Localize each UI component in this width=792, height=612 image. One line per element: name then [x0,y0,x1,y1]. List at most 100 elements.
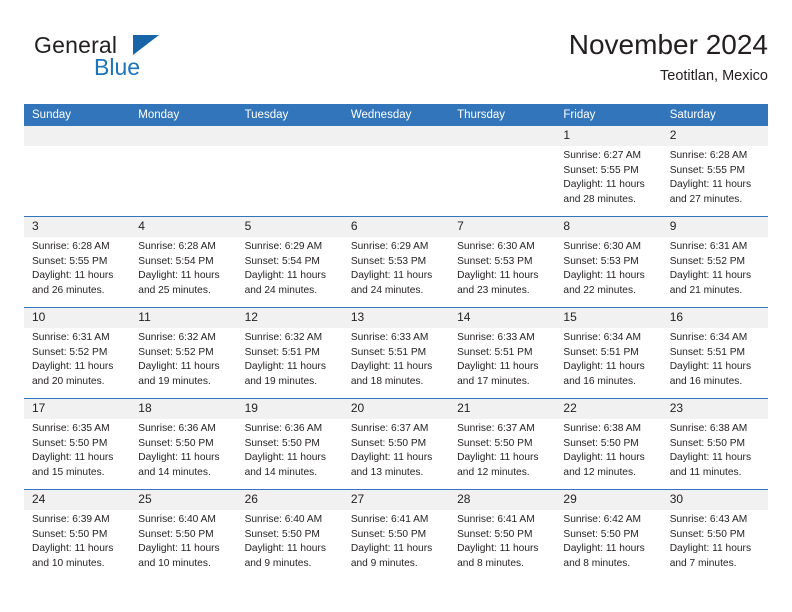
calendar-day-cell[interactable]: 1 Sunrise: 6:27 AM Sunset: 5:55 PM Daylight… [555,126,662,217]
daylight-text-line2: and 15 minutes. [32,466,105,478]
calendar-day-cell[interactable]: 27 Sunrise: 6:41 AM Sunset: 5:50 PM Dayligh… [342,489,450,580]
sunrise-text: Sunrise: 6:34 AM [669,332,748,343]
daylight-text-line2: and 9 minutes. [244,557,312,569]
calendar-day-cell[interactable]: 2 Sunrise: 6:28 AM Sunset: 5:55 PM Daylight… [661,126,768,217]
daylight-text-line2: and 10 minutes. [32,557,105,569]
daylight-text-line2: and 18 minutes. [350,375,424,387]
daylight-text-line2: and 11 minutes. [669,466,742,478]
calendar-day-cell[interactable]: 25 Sunrise: 6:40 AM Sunset: 5:50 PM Dayligh… [130,489,237,580]
sunset-text: Sunset: 5:55 PM [563,164,639,176]
calendar-day-cell[interactable]: 7 Sunrise: 6:30 AM Sunset: 5:53 PM Daylight… [449,216,556,308]
calendar-cell-empty [342,126,450,217]
sunset-text: Sunset: 5:51 PM [244,346,320,358]
calendar-day-cell[interactable]: 19 Sunrise: 6:36 AM Sunset: 5:50 PM Dayligh… [236,398,343,490]
sunrise-text: Sunrise: 6:32 AM [138,332,216,343]
day-sun-info: Sunrise: 6:38 AM Sunset: 5:50 PM Daylight:… [662,419,768,480]
calendar-day-cell[interactable]: 9 Sunrise: 6:31 AM Sunset: 5:52 PM Daylight… [661,216,768,308]
daylight-text-line1: Daylight: 11 hours [457,270,539,282]
sunrise-text: Sunrise: 6:28 AM [32,241,110,252]
sunset-text: Sunset: 5:51 PM [669,346,746,358]
calendar-cell-empty [24,126,131,217]
day-number: 24 [24,490,131,510]
calendar-day-cell[interactable]: 21 Sunrise: 6:37 AM Sunset: 5:50 PM Dayligh… [449,398,556,490]
sunset-text: Sunset: 5:55 PM [32,255,108,267]
calendar-day-cell[interactable]: 29 Sunrise: 6:42 AM Sunset: 5:50 PM Dayligh… [555,489,662,580]
calendar-day-cell[interactable]: 14 Sunrise: 6:33 AM Sunset: 5:51 PM Dayligh… [449,307,556,399]
calendar-week-row: 1 Sunrise: 6:27 AM Sunset: 5:55 PM Daylight… [24,126,768,217]
sunset-text: Sunset: 5:53 PM [350,255,427,267]
sunset-text: Sunset: 5:50 PM [32,528,108,540]
logo-blue-text: Blue [94,54,141,80]
calendar-day-cell[interactable]: 18 Sunrise: 6:36 AM Sunset: 5:50 PM Dayligh… [130,398,237,490]
day-number: 15 [555,308,662,328]
sunset-text: Sunset: 5:54 PM [138,255,214,267]
day-sun-info: Sunrise: 6:29 AM Sunset: 5:53 PM Daylight:… [343,237,449,298]
sunrise-text: Sunrise: 6:43 AM [669,514,748,525]
sunrise-text: Sunrise: 6:33 AM [457,332,535,343]
calendar-day-cell[interactable]: 24 Sunrise: 6:39 AM Sunset: 5:50 PM Dayligh… [24,489,131,580]
sunrise-text: Sunrise: 6:41 AM [350,514,429,525]
calendar-day-cell[interactable]: 5 Sunrise: 6:29 AM Sunset: 5:54 PM Daylight… [236,216,343,308]
calendar-day-cell[interactable]: 15 Sunrise: 6:34 AM Sunset: 5:51 PM Dayligh… [555,307,662,399]
daylight-text-line2: and 13 minutes. [350,466,424,478]
sunset-text: Sunset: 5:53 PM [457,255,533,267]
day-number: 6 [342,217,450,237]
day-number: 12 [236,308,343,328]
daylight-text-line1: Daylight: 11 hours [669,270,752,282]
calendar-day-cell[interactable]: 28 Sunrise: 6:41 AM Sunset: 5:50 PM Dayligh… [449,489,556,580]
calendar-day-cell[interactable]: 3 Sunrise: 6:28 AM Sunset: 5:55 PM Daylight… [24,216,131,308]
day-sun-info: Sunrise: 6:35 AM Sunset: 5:50 PM Daylight:… [24,419,130,480]
daylight-text-line1: Daylight: 11 hours [32,361,114,373]
calendar-day-cell[interactable]: 12 Sunrise: 6:32 AM Sunset: 5:51 PM Dayligh… [236,307,343,399]
calendar-day-cell[interactable]: 23 Sunrise: 6:38 AM Sunset: 5:50 PM Dayligh… [661,398,768,490]
day-sun-info: Sunrise: 6:33 AM Sunset: 5:51 PM Daylight:… [449,328,555,389]
daylight-text-line2: and 9 minutes. [350,557,418,569]
calendar-week-row: 17 Sunrise: 6:35 AM Sunset: 5:50 PM Dayligh… [24,398,768,490]
weekday-header-friday: Friday [555,104,662,126]
daylight-text-line1: Daylight: 11 hours [138,543,220,555]
sunset-text: Sunset: 5:50 PM [244,528,320,540]
calendar-day-cell[interactable]: 13 Sunrise: 6:33 AM Sunset: 5:51 PM Dayligh… [342,307,450,399]
daylight-text-line1: Daylight: 11 hours [350,361,433,373]
daylight-text-line1: Daylight: 11 hours [563,452,645,464]
daylight-text-line1: Daylight: 11 hours [138,270,220,282]
calendar-day-cell[interactable]: 17 Sunrise: 6:35 AM Sunset: 5:50 PM Dayligh… [24,398,131,490]
calendar-day-cell[interactable]: 16 Sunrise: 6:34 AM Sunset: 5:51 PM Dayligh… [661,307,768,399]
day-sun-info: Sunrise: 6:34 AM Sunset: 5:51 PM Daylight:… [662,328,768,389]
calendar-day-cell[interactable]: 4 Sunrise: 6:28 AM Sunset: 5:54 PM Daylight… [130,216,237,308]
calendar-day-cell[interactable]: 6 Sunrise: 6:29 AM Sunset: 5:53 PM Daylight… [342,216,450,308]
daylight-text-line1: Daylight: 11 hours [244,452,326,464]
calendar-day-cell[interactable]: 22 Sunrise: 6:38 AM Sunset: 5:50 PM Dayligh… [555,398,662,490]
day-number: 8 [555,217,662,237]
calendar-cell-empty [449,126,556,217]
calendar-cell-empty [236,126,343,217]
sunrise-text: Sunrise: 6:34 AM [563,332,641,343]
calendar-day-cell[interactable]: 26 Sunrise: 6:40 AM Sunset: 5:50 PM Dayligh… [236,489,343,580]
daylight-text-line2: and 16 minutes. [669,375,743,387]
sunset-text: Sunset: 5:50 PM [244,437,320,449]
sunrise-text: Sunrise: 6:42 AM [563,514,641,525]
daylight-text-line1: Daylight: 11 hours [669,361,752,373]
general-blue-logo[interactable]: General Blue [34,32,224,86]
calendar-day-cell[interactable]: 11 Sunrise: 6:32 AM Sunset: 5:52 PM Dayligh… [130,307,237,399]
day-sun-info: Sunrise: 6:40 AM Sunset: 5:50 PM Daylight:… [130,510,236,571]
day-sun-info: Sunrise: 6:28 AM Sunset: 5:55 PM Daylight:… [24,237,130,298]
daylight-text-line2: and 24 minutes. [244,284,318,296]
daylight-text-line1: Daylight: 11 hours [669,179,752,191]
daylight-text-line2: and 8 minutes. [457,557,524,569]
day-number: 13 [342,308,450,328]
day-number: 21 [449,399,556,419]
daylight-text-line2: and 28 minutes. [563,193,636,205]
daylight-text-line1: Daylight: 11 hours [244,270,326,282]
day-number: 7 [449,217,556,237]
daylight-text-line2: and 27 minutes. [669,193,743,205]
calendar-week-row: 24 Sunrise: 6:39 AM Sunset: 5:50 PM Dayligh… [24,489,768,580]
sunset-text: Sunset: 5:51 PM [350,346,427,358]
calendar-day-cell[interactable]: 30 Sunrise: 6:43 AM Sunset: 5:50 PM Dayligh… [661,489,768,580]
calendar-day-cell[interactable]: 8 Sunrise: 6:30 AM Sunset: 5:53 PM Daylight… [555,216,662,308]
calendar-page: General Blue November 2024 Teotitlan, Me… [0,0,792,612]
sunrise-text: Sunrise: 6:36 AM [244,423,323,434]
calendar-day-cell[interactable]: 10 Sunrise: 6:31 AM Sunset: 5:52 PM Dayligh… [24,307,131,399]
day-sun-info: Sunrise: 6:37 AM Sunset: 5:50 PM Daylight:… [449,419,555,480]
calendar-day-cell[interactable]: 20 Sunrise: 6:37 AM Sunset: 5:50 PM Dayligh… [342,398,450,490]
